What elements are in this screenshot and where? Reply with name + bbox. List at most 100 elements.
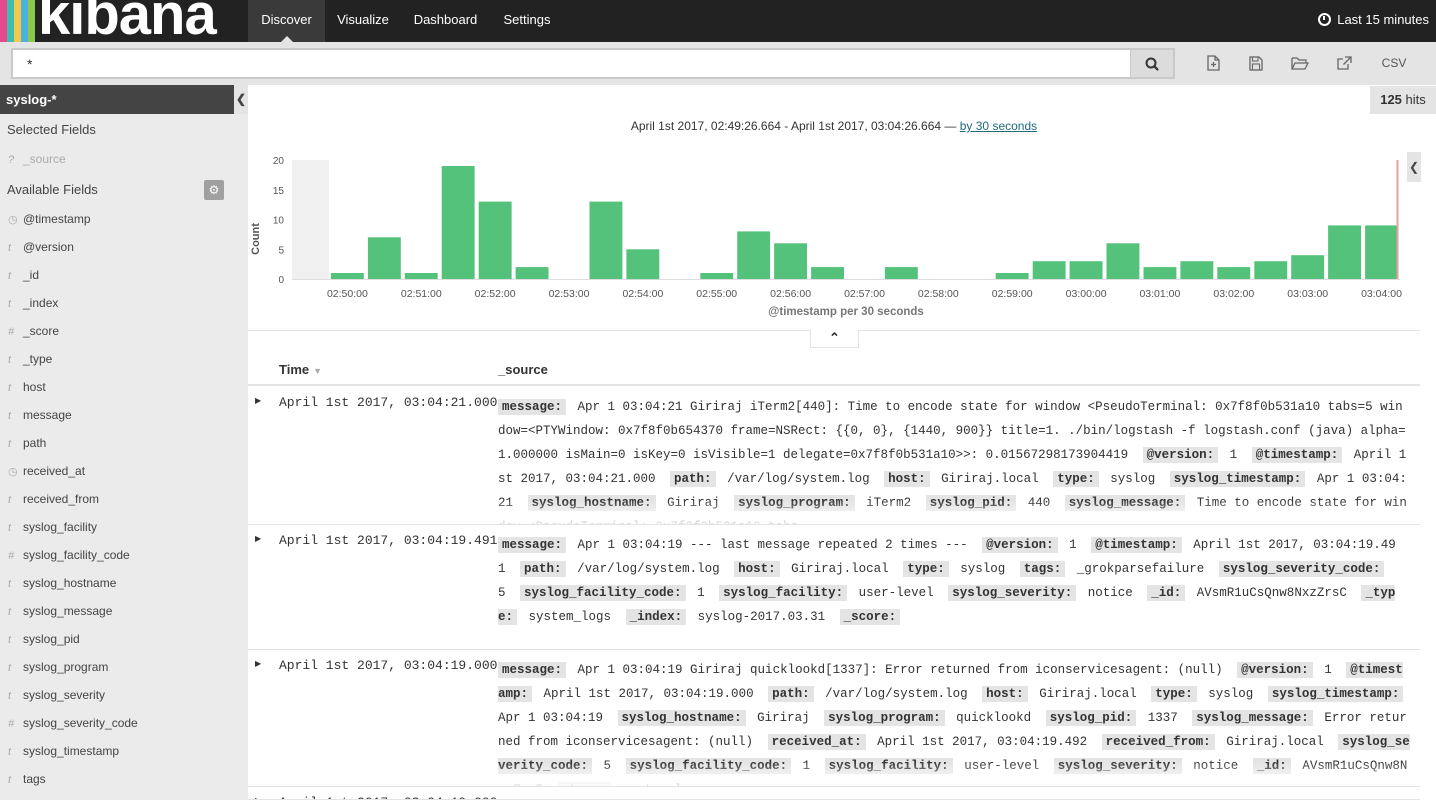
time-column-header[interactable]: Time ▼ xyxy=(279,362,322,377)
truncate-fade xyxy=(248,762,1420,786)
histogram-bar xyxy=(1365,225,1398,279)
tab-dashboard[interactable]: Dashboard xyxy=(401,0,490,42)
x-tick-label: 02:55:00 xyxy=(696,288,737,300)
field-item[interactable]: ◷ @timestamp xyxy=(0,205,248,233)
source-field-key: type: xyxy=(1151,686,1197,702)
open-search-button[interactable] xyxy=(1281,50,1317,76)
histogram-bar xyxy=(1032,261,1066,279)
field-item[interactable]: # syslog_facility_code xyxy=(0,541,248,569)
expand-row-icon[interactable]: ▶ xyxy=(255,534,261,543)
row-timestamp: April 1st 2017, 03:04:19.000 xyxy=(279,658,498,673)
histogram-bar xyxy=(367,237,401,279)
index-pattern-selector[interactable]: syslog-* ❮ xyxy=(0,85,248,114)
source-field-key: _score: xyxy=(839,609,901,625)
table-row[interactable]: ▶ April 1st 2017, 03:04:19.000message: xyxy=(248,787,1420,800)
logo-text: kibana xyxy=(38,0,217,42)
time-range-text: April 1st 2017, 02:49:26.664 - April 1st… xyxy=(248,119,1420,133)
expand-row-icon[interactable]: ▶ xyxy=(255,659,261,668)
field-item[interactable]: t syslog_timestamp xyxy=(0,737,248,765)
field-item[interactable]: t syslog_program xyxy=(0,653,248,681)
source-field-key: syslog_pid: xyxy=(1045,710,1137,726)
field-item[interactable]: t syslog_hostname xyxy=(0,569,248,597)
field-item[interactable]: ? _source xyxy=(0,145,248,173)
field-item[interactable]: t message xyxy=(0,401,248,429)
source-field-value: syslog-2017.03.31 xyxy=(697,610,826,624)
source-field-value: syslog xyxy=(960,562,1006,576)
expand-row-icon[interactable]: ▶ xyxy=(255,796,261,799)
histogram-bar xyxy=(404,273,438,279)
search-input[interactable] xyxy=(11,48,1132,79)
source-field-value: /var/log/system.log xyxy=(727,472,870,486)
source-field-value: Giriraj.local xyxy=(1039,687,1137,701)
y-tick-label: 20 xyxy=(273,156,285,167)
x-tick-label: 02:54:00 xyxy=(622,288,663,300)
source-field-key: @timestamp: xyxy=(1251,447,1343,463)
doc-table-header: Time ▼ _source xyxy=(248,352,1420,386)
field-item[interactable]: t syslog_facility xyxy=(0,513,248,541)
share-search-button[interactable] xyxy=(1326,50,1362,76)
expand-row-icon[interactable]: ▶ xyxy=(255,396,261,405)
source-field-key: received_at: xyxy=(767,734,866,750)
field-item[interactable]: t path xyxy=(0,429,248,457)
source-field-key: type: xyxy=(903,561,949,577)
source-field-value: notice xyxy=(1087,586,1133,600)
clock-icon xyxy=(1318,13,1332,26)
source-field-key: syslog_facility_code: xyxy=(520,585,686,601)
field-name: @timestamp xyxy=(23,212,91,226)
source-field-value: _grokparsefailure xyxy=(1076,562,1205,576)
csv-button[interactable]: CSV xyxy=(1376,50,1412,76)
source-field-key: _index: xyxy=(625,609,687,625)
table-row[interactable]: ▶ April 1st 2017, 03:04:19.000 message: Ap… xyxy=(248,650,1420,787)
field-type-icon: t xyxy=(8,690,12,702)
x-tick-label: 03:02:00 xyxy=(1213,288,1254,300)
field-item[interactable]: t syslog_message xyxy=(0,597,248,625)
new-search-button[interactable] xyxy=(1195,50,1231,76)
field-item[interactable]: # syslog_severity_code xyxy=(0,709,248,737)
save-search-button[interactable] xyxy=(1237,50,1273,76)
source-field-value: Apr 1 03:04:19 Giriraj quicklookd[1337]:… xyxy=(577,663,1223,677)
field-item[interactable]: t syslog_pid xyxy=(0,625,248,653)
field-item[interactable]: t tags xyxy=(0,765,248,793)
table-row[interactable]: ▶ April 1st 2017, 03:04:21.000 message: Ap… xyxy=(248,387,1420,525)
field-type-icon: t xyxy=(8,774,12,786)
collapse-chart-button[interactable]: ⌃ xyxy=(810,330,859,348)
field-item[interactable]: t _index xyxy=(0,289,248,317)
chart-legend-toggle[interactable]: ❮ xyxy=(1407,152,1421,182)
histogram-bar xyxy=(737,231,771,279)
tab-visualize[interactable]: Visualize xyxy=(325,0,401,42)
time-picker[interactable]: Last 15 minutes xyxy=(1318,0,1429,42)
source-field-value: 5 xyxy=(498,586,506,600)
source-field-value: April 1st 2017, 03:04:19.492 xyxy=(877,735,1088,749)
field-item[interactable]: t @version xyxy=(0,233,248,261)
hits-label: hits xyxy=(1405,92,1426,107)
hits-count: 125 xyxy=(1380,92,1402,107)
field-item[interactable]: t host xyxy=(0,373,248,401)
field-settings-button[interactable]: ⚙ xyxy=(204,180,224,200)
collapse-sidebar-button[interactable]: ❮ xyxy=(234,85,248,114)
field-item[interactable]: t _type xyxy=(0,345,248,373)
interval-link[interactable]: by 30 seconds xyxy=(960,119,1037,133)
field-item[interactable]: # _score xyxy=(0,317,248,345)
index-pattern-label: syslog-* xyxy=(6,92,57,107)
x-axis-label: @timestamp per 30 seconds xyxy=(768,306,924,318)
source-field-key: syslog_hostname: xyxy=(617,710,746,726)
field-name: syslog_severity xyxy=(23,688,106,702)
field-type-icon: t xyxy=(8,634,12,646)
histogram-bar xyxy=(1143,267,1177,279)
field-name: syslog_severity_code xyxy=(23,716,138,730)
source-field-key: syslog_program: xyxy=(824,710,945,726)
field-name: syslog_facility xyxy=(23,520,98,534)
tab-settings[interactable]: Settings xyxy=(490,0,564,42)
kibana-logo[interactable]: kibana xyxy=(0,0,248,42)
time-picker-label: Last 15 minutes xyxy=(1337,12,1429,27)
field-item[interactable]: ◷ received_at xyxy=(0,457,248,485)
field-type-icon: t xyxy=(8,242,12,254)
field-item[interactable]: t _id xyxy=(0,261,248,289)
source-field-value: AVsmR1uCsQnw8NxzZrsC xyxy=(1196,586,1347,600)
search-button[interactable] xyxy=(1131,48,1175,79)
selected-fields-heading: Selected Fields xyxy=(7,122,96,137)
field-item[interactable]: t syslog_severity xyxy=(0,681,248,709)
table-row[interactable]: ▶ April 1st 2017, 03:04:19.491 message: Ap… xyxy=(248,525,1420,650)
tab-discover[interactable]: Discover xyxy=(248,0,325,42)
field-item[interactable]: t received_from xyxy=(0,485,248,513)
